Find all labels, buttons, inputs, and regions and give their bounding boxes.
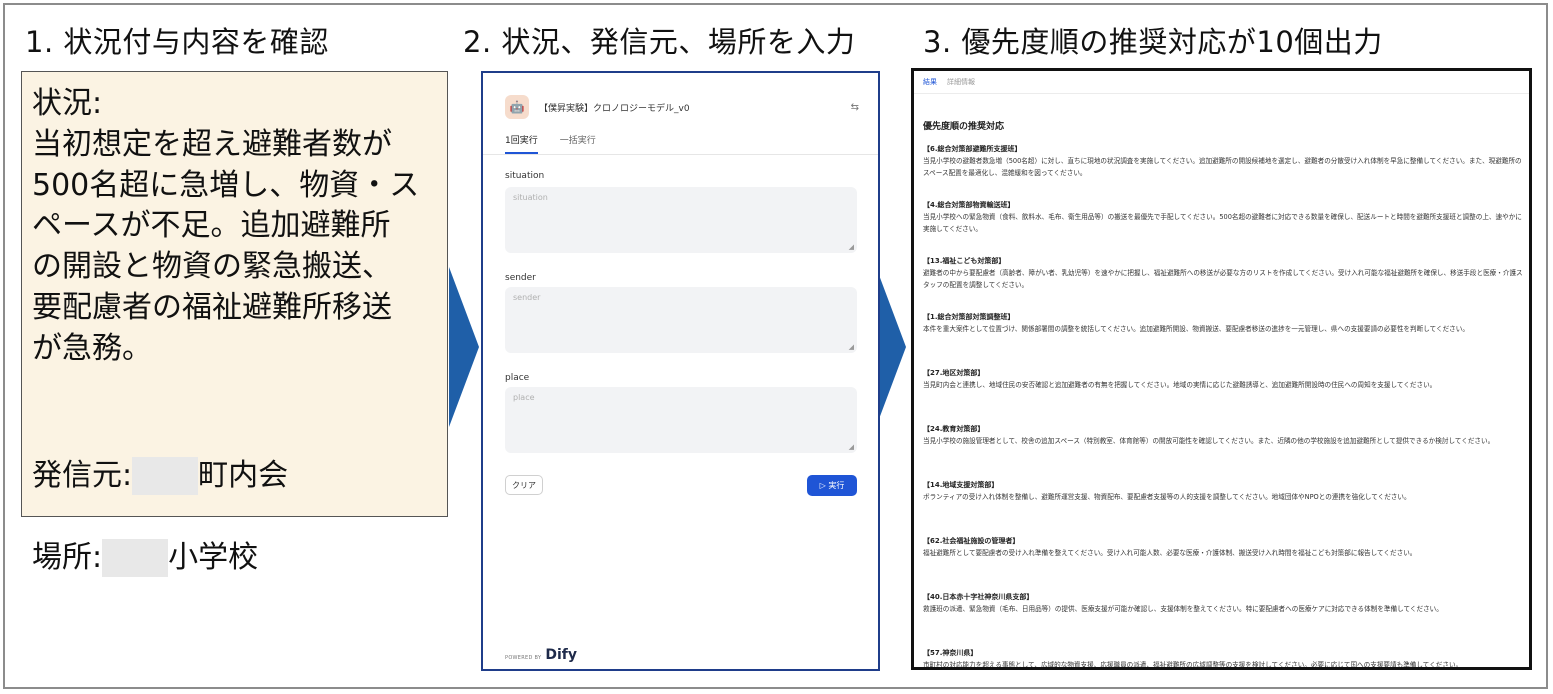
recommendation-body: ボランティアの受け入れ体制を整備し、避難所運営支援、物資配布、要配慮者支援等の人… [923,493,1411,501]
recommendation-title: 【1.総合対策部対策調整班】 [923,313,1015,321]
list-item: 【62.社会福祉施設の管理者】福祉避難所として要配慮者の受け入れ準備を整えてくだ… [923,535,1525,585]
sender-label: sender [505,273,536,283]
resize-handle-icon[interactable]: ◢ [849,243,854,251]
recommendation-title: 【57.神奈川県】 [923,649,978,657]
powered-by-dify[interactable]: POWERED BY Dify [505,647,577,663]
redacted-mask [132,457,199,495]
recommendation-title: 【4.総合対策部物資輸送班】 [923,201,1015,209]
tab-result[interactable]: 結果 [923,77,937,94]
robot-icon: 🤖 [505,95,529,119]
list-item: 【14.地域支援対策部】ボランティアの受け入れ体制を整備し、避難所運営支援、物資… [923,479,1525,529]
recommendation-body: 市町村の対応能力を超える事態として、広域的な物資支援、応援職員の派遣、福祉避難所… [923,661,1463,669]
recommendation-title: 【6.総合対策部避難所支援班】 [923,145,1022,153]
recommendation-body: 当見小学校の避難者数急増（500名超）に対し、直ちに現地の状況調査を実施してくだ… [923,157,1522,178]
situation-placeholder: situation [513,193,548,202]
results-heading: 優先度順の推奨対応 [923,122,1005,132]
list-item: 【27.地区対策部】当見町内会と連携し、地域住民の安否確認と追加避難者の有無を把… [923,367,1525,417]
tab-detail[interactable]: 詳細情報 [947,77,975,94]
sender-prefix: 発信元: [32,458,133,493]
resize-handle-icon[interactable]: ◢ [849,343,854,351]
list-item: 【13.福祉こども対策部】避難者の中から要配慮者（高齢者、障がい者、乳幼児等）を… [923,255,1525,305]
list-item: 【24.教育対策部】当見小学校の施設管理者として、校舎の追加スペース（特別教室、… [923,423,1525,473]
list-item: 【6.総合対策部避難所支援班】当見小学校の避難者数急増（500名超）に対し、直ち… [923,143,1525,193]
tab-batch-run[interactable]: 一括実行 [560,133,596,154]
step3-title: 3. 優先度順の推奨対応が10個出力 [923,25,1383,59]
place-suffix: 小学校 [168,540,259,575]
recommendation-body: 福祉避難所として要配慮者の受け入れ準備を整えてください。受け入れ可能人数、必要な… [923,549,1417,557]
sender-suffix: 町内会 [198,458,289,493]
situation-input[interactable]: situation ◢ [505,187,857,253]
tab-single-run[interactable]: 1回実行 [505,133,538,154]
run-tabs: 1回実行 一括実行 [505,133,596,154]
app-title: 【僕昇実験】クロノロジーモデル_v0 [539,103,690,114]
recommendation-body: 当見町内会と連携し、地域住民の安否確認と追加避難者の有無を把握してください。地域… [923,381,1437,389]
resize-handle-icon[interactable]: ◢ [849,443,854,451]
recommendation-list: 【6.総合対策部避難所支援班】当見小学校の避難者数急増（500名超）に対し、直ち… [923,143,1525,669]
recommendation-body: 当見小学校への緊急物資（食料、飲料水、毛布、衛生用品等）の搬送を最優先で手配して… [923,213,1522,234]
dify-app-window: 🤖 【僕昇実験】クロノロジーモデル_v0 ⇆ 1回実行 一括実行 situati… [481,71,880,671]
app-header: 🤖 【僕昇実験】クロノロジーモデル_v0 ⇆ [505,95,859,119]
recommendation-body: 救護班の派遣、緊急物資（毛布、日用品等）の提供、医療支援が可能か確認し、支援体制… [923,605,1443,613]
place-label: place [505,373,530,383]
recommendation-title: 【40.日本赤十字社神奈川県支部】 [923,593,1034,601]
list-item: 【40.日本赤十字社神奈川県支部】救護班の派遣、緊急物資（毛布、日用品等）の提供… [923,591,1525,641]
dify-logo: Dify [545,647,577,663]
place-input[interactable]: place ◢ [505,387,857,453]
results-panel: 結果 詳細情報 優先度順の推奨対応 【6.総合対策部避難所支援班】当見小学校の避… [911,68,1532,670]
step1-title: 1. 状況付与内容を確認 [25,25,329,59]
figure-frame: 1. 状況付与内容を確認 2. 状況、発信元、場所を入力 3. 優先度順の推奨対… [3,3,1548,689]
arrow-right-icon [449,267,479,427]
recommendation-title: 【13.福祉こども対策部】 [923,257,1006,265]
result-tabs: 結果 詳細情報 [923,77,975,94]
list-item: 【57.神奈川県】市町村の対応能力を超える事態として、広域的な物資支援、応援職員… [923,647,1525,669]
redacted-mask [102,539,169,577]
expand-icon[interactable]: ⇆ [851,102,859,113]
list-item: 【4.総合対策部物資輸送班】当見小学校への緊急物資（食料、飲料水、毛布、衛生用品… [923,199,1525,249]
recommendation-body: 避難者の中から要配慮者（高齢者、障がい者、乳幼児等）を速やかに把握し、福祉避難所… [923,269,1523,290]
situation-text: 状況: 当初想定を超え避難者数が 500名超に急増し、物資・ス ペースが不足。追… [32,86,420,366]
scenario-card: 状況: 当初想定を超え避難者数が 500名超に急増し、物資・ス ペースが不足。追… [21,71,448,577]
recommendation-title: 【62.社会福祉施設の管理者】 [923,537,1020,545]
recommendation-body: 本件を重大案件として位置づけ、関係部署間の調整を統括してください。追加避難所開設… [923,325,1469,333]
sender-input[interactable]: sender ◢ [505,287,857,353]
list-item: 【1.総合対策部対策調整班】本件を重大案件として位置づけ、関係部署間の調整を統括… [923,311,1525,361]
powered-by-label: POWERED BY [505,655,542,661]
step2-title: 2. 状況、発信元、場所を入力 [463,25,856,59]
recommendation-title: 【27.地区対策部】 [923,369,985,377]
sender-line: 発信元: 町内会 [32,456,288,496]
recommendation-title: 【24.教育対策部】 [923,425,985,433]
situation-label: situation [505,171,545,181]
place-line: 場所: 小学校 [32,538,258,578]
run-button[interactable]: ▷ 実行 [807,475,857,496]
result-tab-divider [914,93,1529,94]
recommendation-title: 【14.地域支援対策部】 [923,481,999,489]
tab-divider [483,154,878,155]
arrow-right-icon [876,267,906,427]
clear-button[interactable]: クリア [505,475,543,495]
sender-placeholder: sender [513,293,541,302]
place-placeholder: place [513,393,535,402]
place-prefix: 場所: [32,540,103,575]
recommendation-body: 当見小学校の施設管理者として、校舎の追加スペース（特別教室、体育館等）の開放可能… [923,437,1495,445]
